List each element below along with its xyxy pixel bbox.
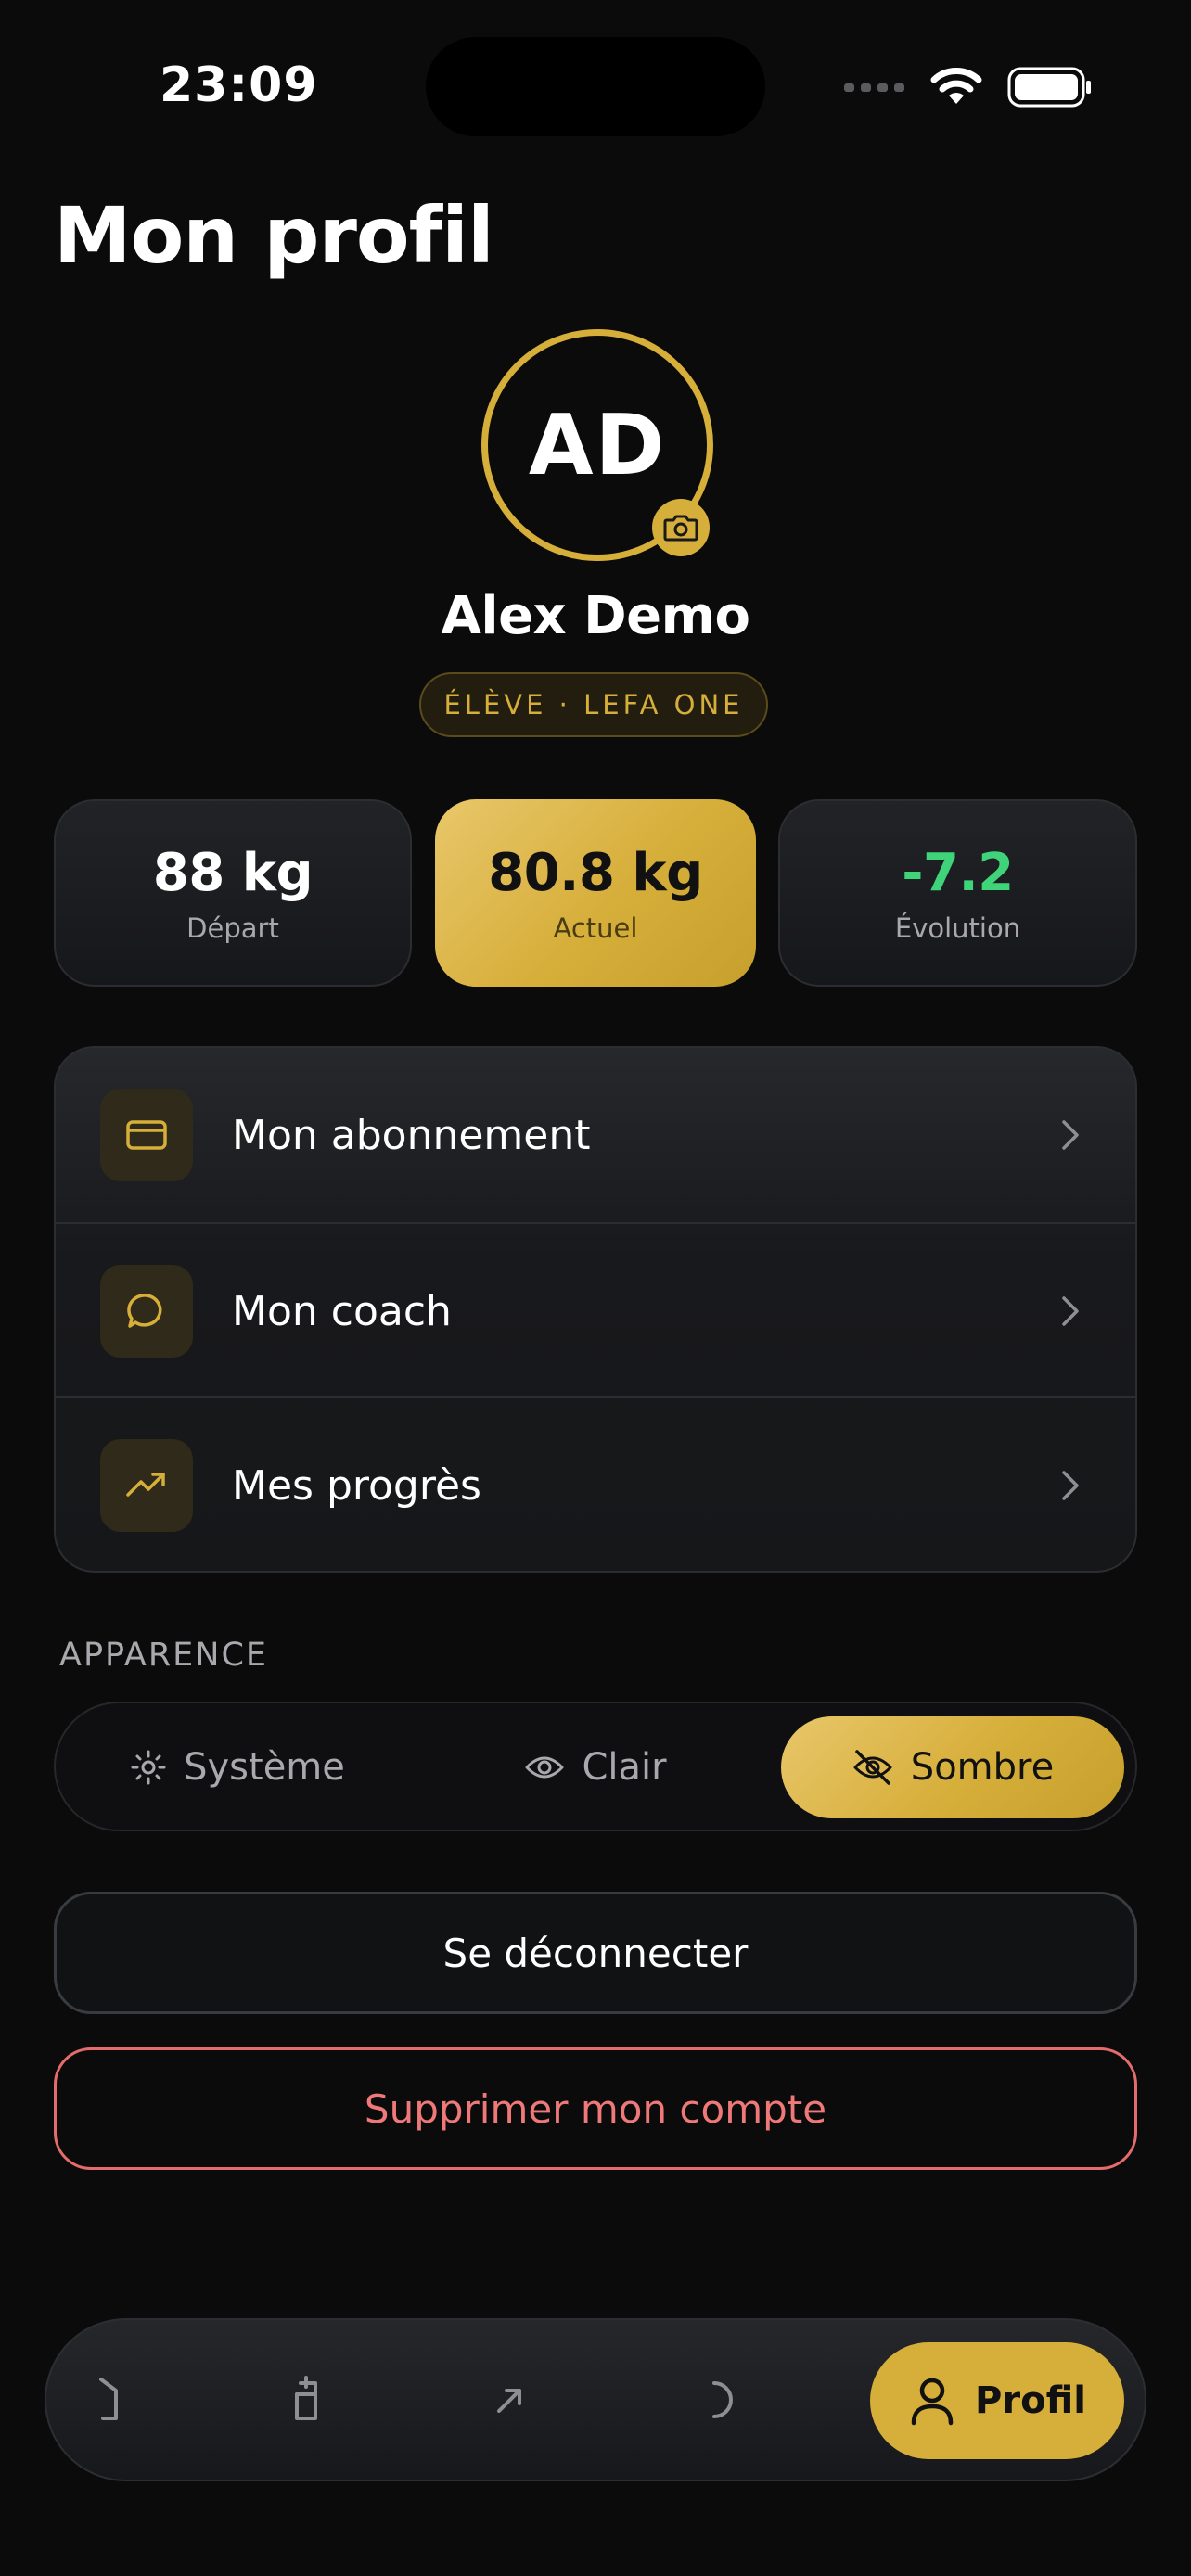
- home-icon: [99, 2378, 118, 2420]
- menu-item-subscription[interactable]: Mon abonnement: [56, 1048, 1135, 1222]
- menu-item-label: Mon abonnement: [232, 1111, 591, 1159]
- tab-progress[interactable]: [445, 2320, 575, 2480]
- battery-icon: [1007, 67, 1091, 108]
- stat-label: Évolution: [894, 912, 1021, 944]
- arrow-up-right-icon: [497, 2389, 521, 2413]
- profile-menu: Mon abonnement Mon coach Mes progrès: [54, 1046, 1137, 1573]
- menu-item-progress[interactable]: Mes progrès: [56, 1396, 1135, 1571]
- menu-icon-container: [100, 1089, 193, 1181]
- wifi-icon: [930, 68, 982, 104]
- sun-icon: [131, 1750, 166, 1785]
- menu-item-label: Mon coach: [232, 1287, 452, 1335]
- chevron-right-icon: [1059, 1469, 1082, 1502]
- stat-card-start: 88 kg Départ: [54, 799, 412, 987]
- menu-item-coach[interactable]: Mon coach: [56, 1222, 1135, 1398]
- appearance-option-light[interactable]: Clair: [427, 1716, 764, 1818]
- appearance-option-dark[interactable]: Sombre: [781, 1716, 1124, 1818]
- appearance-option-label: Clair: [582, 1746, 667, 1789]
- stat-label: Départ: [186, 912, 279, 944]
- stat-card-current: 80.8 kg Actuel: [435, 799, 756, 987]
- loading-icon: [712, 2381, 733, 2418]
- tab-programs[interactable]: [241, 2320, 371, 2480]
- avatar-initials: AD: [528, 396, 667, 494]
- tab-home[interactable]: [46, 2320, 167, 2480]
- dynamic-island: [426, 37, 765, 136]
- appearance-option-system[interactable]: Système: [69, 1716, 406, 1818]
- stat-value: 88 kg: [152, 842, 314, 903]
- chat-bubble-icon: [127, 1294, 162, 1328]
- user-name: Alex Demo: [441, 586, 750, 646]
- role-badge: ÉLÈVE · LEFA ONE: [419, 672, 768, 737]
- camera-icon: [663, 515, 698, 542]
- appearance-option-label: Sombre: [910, 1746, 1055, 1789]
- tab-activity[interactable]: [649, 2320, 779, 2480]
- change-photo-button[interactable]: [652, 499, 710, 556]
- cellular-signal-icon: [844, 83, 904, 92]
- menu-icon-container: [100, 1439, 193, 1532]
- clipboard-icon: [295, 2376, 317, 2420]
- appearance-option-label: Système: [184, 1746, 345, 1789]
- delete-account-button[interactable]: Supprimer mon compte: [54, 2047, 1137, 2170]
- status-bar-time: 23:09: [160, 57, 318, 113]
- user-icon: [911, 2378, 954, 2426]
- stat-label: Actuel: [553, 912, 638, 944]
- appearance-section-label: APPARENCE: [59, 1637, 269, 1674]
- stat-value: -7.2: [902, 842, 1014, 903]
- tab-label: Profil: [975, 2379, 1086, 2422]
- eye-icon: [525, 1756, 564, 1779]
- credit-card-icon: [126, 1120, 167, 1150]
- chevron-right-icon: [1059, 1294, 1082, 1328]
- bottom-tab-bar: Profil: [45, 2318, 1146, 2481]
- chevron-right-icon: [1059, 1118, 1082, 1152]
- trending-up-icon: [126, 1473, 165, 1497]
- menu-icon-container: [100, 1265, 193, 1358]
- appearance-selector: Système Clair Sombre: [54, 1702, 1137, 1831]
- stat-value: 80.8 kg: [488, 842, 703, 903]
- tab-profile[interactable]: Profil: [870, 2342, 1124, 2459]
- stat-card-evolution: -7.2 Évolution: [778, 799, 1137, 987]
- eye-off-icon: [853, 1750, 892, 1785]
- logout-button[interactable]: Se déconnecter: [54, 1892, 1137, 2014]
- status-bar-icons: [844, 67, 1093, 108]
- page-title: Mon profil: [54, 190, 494, 281]
- menu-item-label: Mes progrès: [232, 1461, 481, 1510]
